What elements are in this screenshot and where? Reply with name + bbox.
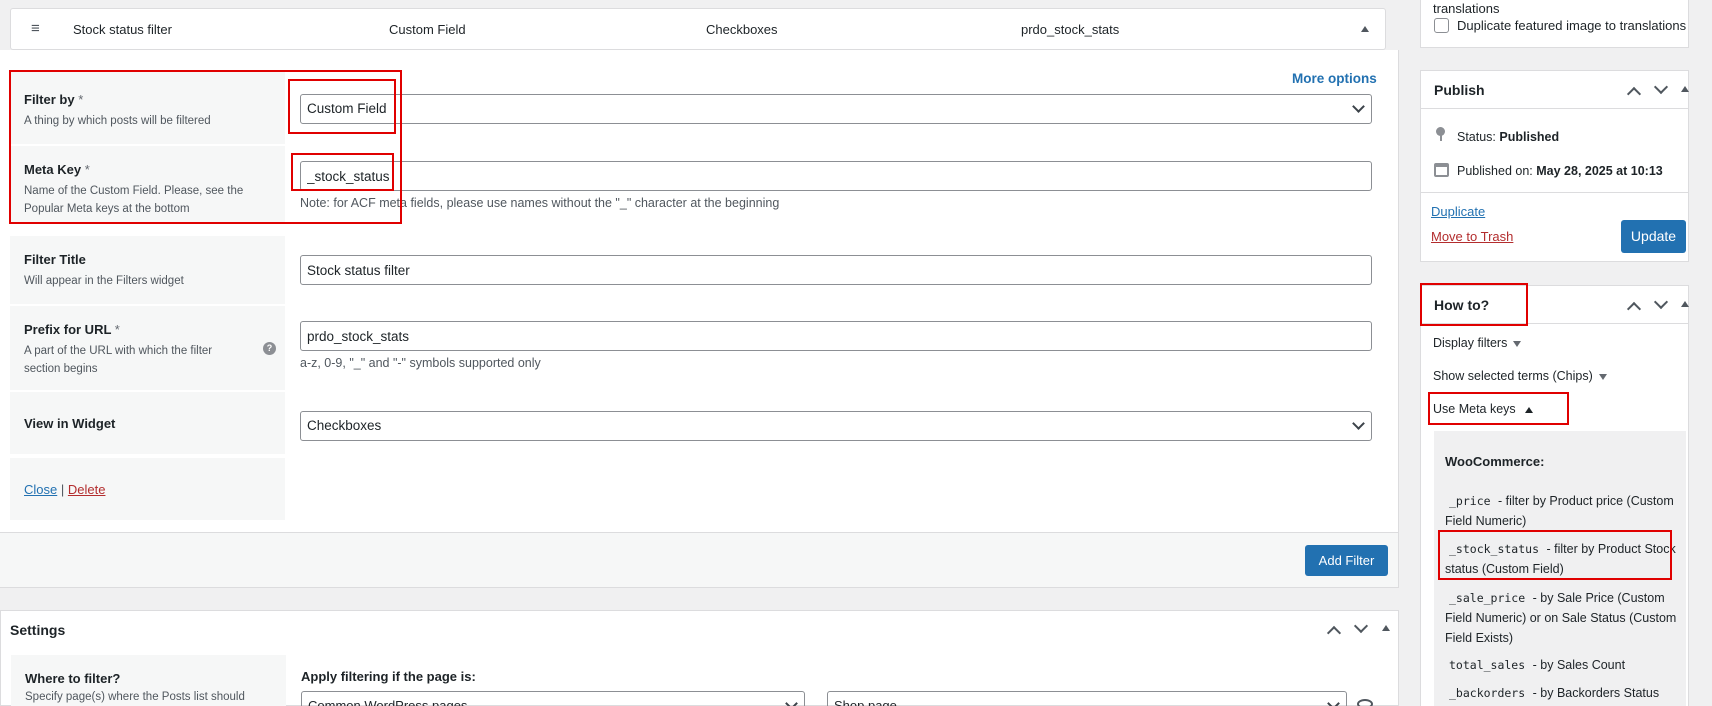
highlight-box (291, 153, 394, 191)
delete-link[interactable]: Delete (68, 482, 106, 497)
highlight-box (288, 79, 396, 134)
publish-title: Publish (1434, 82, 1485, 98)
publish-box: Publish Status: Published Published on: … (1420, 70, 1689, 262)
meta-code: total_sales (1445, 656, 1530, 674)
published-label: Published on: (1457, 164, 1533, 178)
chips-toggle[interactable]: Show selected terms (Chips) (1433, 369, 1607, 383)
drag-handle-icon[interactable]: ≡ (31, 20, 40, 37)
translations-text: translations (1433, 1, 1500, 16)
add-filter-button[interactable]: Add Filter (1305, 545, 1388, 576)
chevron-down-icon (785, 697, 798, 706)
apply-label: Apply filtering if the page is: (301, 669, 476, 684)
meta-item-backorders: _backorders - by Backorders Status (1445, 683, 1685, 703)
calendar-icon (1434, 163, 1449, 177)
update-button[interactable]: Update (1621, 220, 1686, 253)
view-select[interactable]: Checkboxes (300, 411, 1372, 441)
pin-icon-stem (1440, 134, 1442, 141)
duplicate-image-label: Duplicate featured image to translations (1457, 18, 1687, 33)
translations-box: translations Duplicate featured image to… (1420, 0, 1689, 48)
collapse-icon[interactable] (1681, 86, 1689, 92)
prefix-title: Prefix for URL (24, 322, 112, 337)
header-filter-title: Stock status filter (73, 22, 172, 37)
view-label-cell: View in Widget (10, 392, 285, 454)
meta-item-price: _price - filter by Product price (Custom… (1445, 491, 1685, 531)
header-filter-prefix: prdo_stock_stats (1021, 22, 1120, 37)
eye-icon[interactable] (1357, 699, 1373, 706)
duplicate-image-checkbox[interactable] (1434, 18, 1449, 33)
meta-code: _price (1445, 492, 1495, 510)
meta-desc: - by Backorders Status (1529, 686, 1660, 700)
help-icon[interactable]: ? (263, 342, 276, 355)
where-title: Where to filter? (25, 671, 121, 686)
settings-panel: Settings Where to filter? Specify page(s… (0, 610, 1399, 706)
move-up-icon[interactable] (1326, 625, 1342, 641)
filter-title-desc: Will appear in the Filters widget (24, 275, 184, 287)
page-type-select[interactable]: Common WordPress pages (301, 691, 805, 706)
filter-header-row[interactable]: ≡ Stock status filter Custom Field Check… (10, 8, 1386, 50)
display-filters-label: Display filters (1433, 336, 1508, 350)
status-label: Status: (1457, 130, 1496, 144)
page-type-value: Common WordPress pages (308, 698, 468, 706)
collapse-icon[interactable] (1382, 625, 1390, 631)
duplicate-link[interactable]: Duplicate (1431, 204, 1485, 219)
status-value: Published (1499, 130, 1560, 144)
settings-label-cell: Where to filter? Specify page(s) where t… (11, 655, 286, 706)
prefix-desc: A part of the URL with which the filter … (24, 345, 213, 375)
meta-item-total-sales: total_sales - by Sales Count (1445, 655, 1685, 675)
prefix-input[interactable] (300, 321, 1372, 351)
page-select[interactable]: Shop page (827, 691, 1347, 706)
chevron-down-icon (1352, 417, 1365, 430)
settings-title: Settings (10, 622, 66, 638)
highlight-box (1420, 283, 1528, 326)
close-link[interactable]: Close (24, 482, 57, 497)
filter-title-title: Filter Title (24, 252, 86, 267)
meta-code: _sale_price (1445, 589, 1530, 607)
highlight-box (1438, 530, 1672, 580)
move-down-icon[interactable] (1353, 618, 1369, 634)
filter-title-label-cell: Filter Title Will appear in the Filters … (10, 236, 285, 304)
where-desc: Specify page(s) where the Posts list sho… (25, 691, 245, 703)
more-options-link[interactable]: More options (1292, 71, 1377, 86)
published-value: May 28, 2025 at 10:13 (1536, 164, 1663, 178)
filter-title-input[interactable] (300, 255, 1372, 285)
highlight-box (1428, 392, 1569, 425)
actions-cell: Close | Delete (10, 458, 285, 520)
collapse-icon[interactable] (1681, 301, 1689, 307)
move-to-trash-link[interactable]: Move to Trash (1431, 229, 1513, 244)
prefix-note: a-z, 0-9, "_" and "-" symbols supported … (300, 356, 541, 370)
link-separator: | (60, 482, 65, 497)
header-filter-type: Custom Field (389, 22, 466, 37)
header-filter-view: Checkboxes (706, 22, 778, 37)
view-value: Checkboxes (307, 418, 382, 433)
chips-label: Show selected terms (Chips) (1433, 369, 1593, 383)
page-value: Shop page (834, 698, 897, 706)
chevron-down-icon (1352, 100, 1365, 113)
filter-by-select[interactable]: Custom Field (300, 94, 1372, 124)
chevron-down-icon (1327, 697, 1340, 706)
meta-item-sale-price: _sale_price - by Sale Price (Custom Fiel… (1445, 588, 1685, 648)
meta-code: _backorders (1445, 684, 1530, 702)
display-filters-toggle[interactable]: Display filters (1433, 336, 1522, 350)
meta-desc: - by Sales Count (1529, 658, 1626, 672)
view-title: View in Widget (24, 416, 116, 431)
caret-down-icon (1513, 340, 1522, 347)
prefix-label-cell: Prefix for URL * A part of the URL with … (10, 306, 285, 390)
woocommerce-heading: WooCommerce: (1445, 454, 1545, 469)
caret-down-icon (1598, 373, 1607, 380)
required-mark: * (114, 322, 120, 337)
collapse-icon[interactable] (1361, 26, 1369, 32)
add-filter-bar (0, 532, 1399, 588)
meta-key-input[interactable] (300, 161, 1372, 191)
